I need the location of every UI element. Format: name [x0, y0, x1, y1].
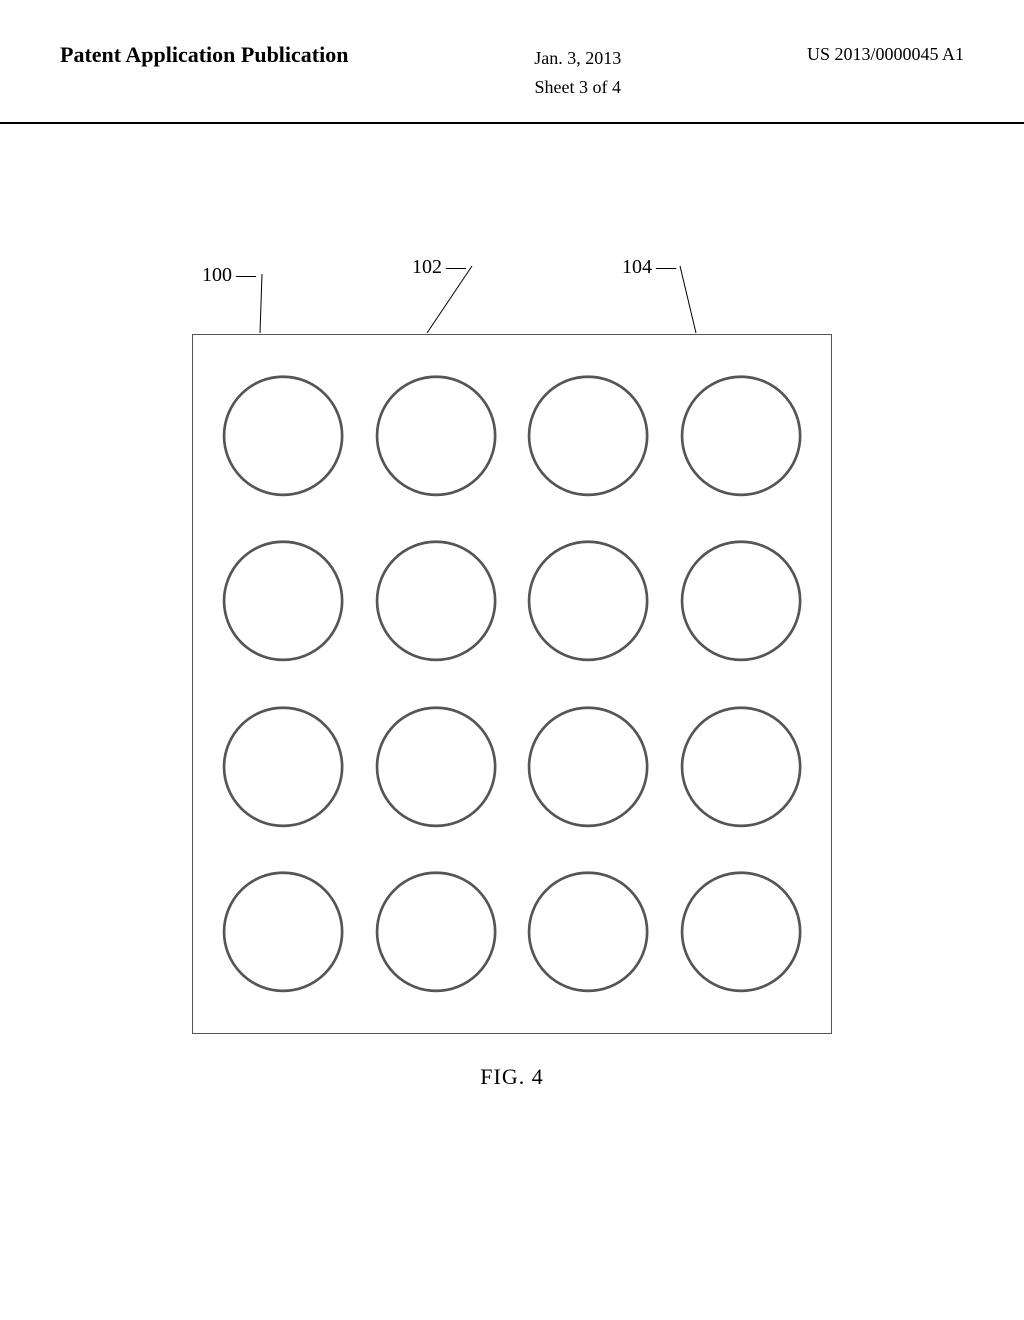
callout-100-label: 100 [202, 264, 232, 287]
circle-r1c3 [512, 353, 665, 519]
circle-r3c1 [207, 684, 360, 850]
patent-number: US 2013/0000045 A1 [807, 40, 964, 65]
callout-102: 102 ― [412, 256, 466, 279]
publication-date: Jan. 3, 2013 [534, 48, 621, 68]
callout-102-label: 102 [412, 256, 442, 279]
circle-r3c3 [512, 684, 665, 850]
circle-r1c1 [207, 353, 360, 519]
circle-r2c4 [665, 518, 818, 684]
publication-title: Patent Application Publication [60, 40, 348, 71]
callout-100: 100 ― [202, 264, 256, 287]
callout-104: 104 ― [622, 256, 676, 279]
circle-r1c4 [665, 353, 818, 519]
circle-r4c1 [207, 849, 360, 1015]
page-header: Patent Application Publication Jan. 3, 2… [0, 0, 1024, 124]
circle-r4c3 [512, 849, 665, 1015]
circles-grid [193, 335, 831, 1033]
grid-box [192, 334, 832, 1034]
callout-102-dash: ― [446, 256, 466, 279]
callout-104-label: 104 [622, 256, 652, 279]
callouts-wrapper: 100 ― 102 ― 104 ― [192, 244, 832, 334]
circle-r3c2 [360, 684, 513, 850]
circle-r4c2 [360, 849, 513, 1015]
diagram-container: 100 ― 102 ― 104 ― [0, 244, 1024, 1090]
circle-r2c2 [360, 518, 513, 684]
circle-r2c1 [207, 518, 360, 684]
figure-label: FIG. 4 [480, 1064, 543, 1090]
callout-lines-svg [192, 244, 832, 334]
circle-r1c2 [360, 353, 513, 519]
header-center-info: Jan. 3, 2013 Sheet 3 of 4 [534, 40, 621, 102]
callout-104-dash: ― [656, 256, 676, 279]
circle-r4c4 [665, 849, 818, 1015]
sheet-info: Sheet 3 of 4 [534, 77, 620, 97]
circle-r3c4 [665, 684, 818, 850]
callout-100-dash: ― [236, 264, 256, 287]
circle-r2c3 [512, 518, 665, 684]
